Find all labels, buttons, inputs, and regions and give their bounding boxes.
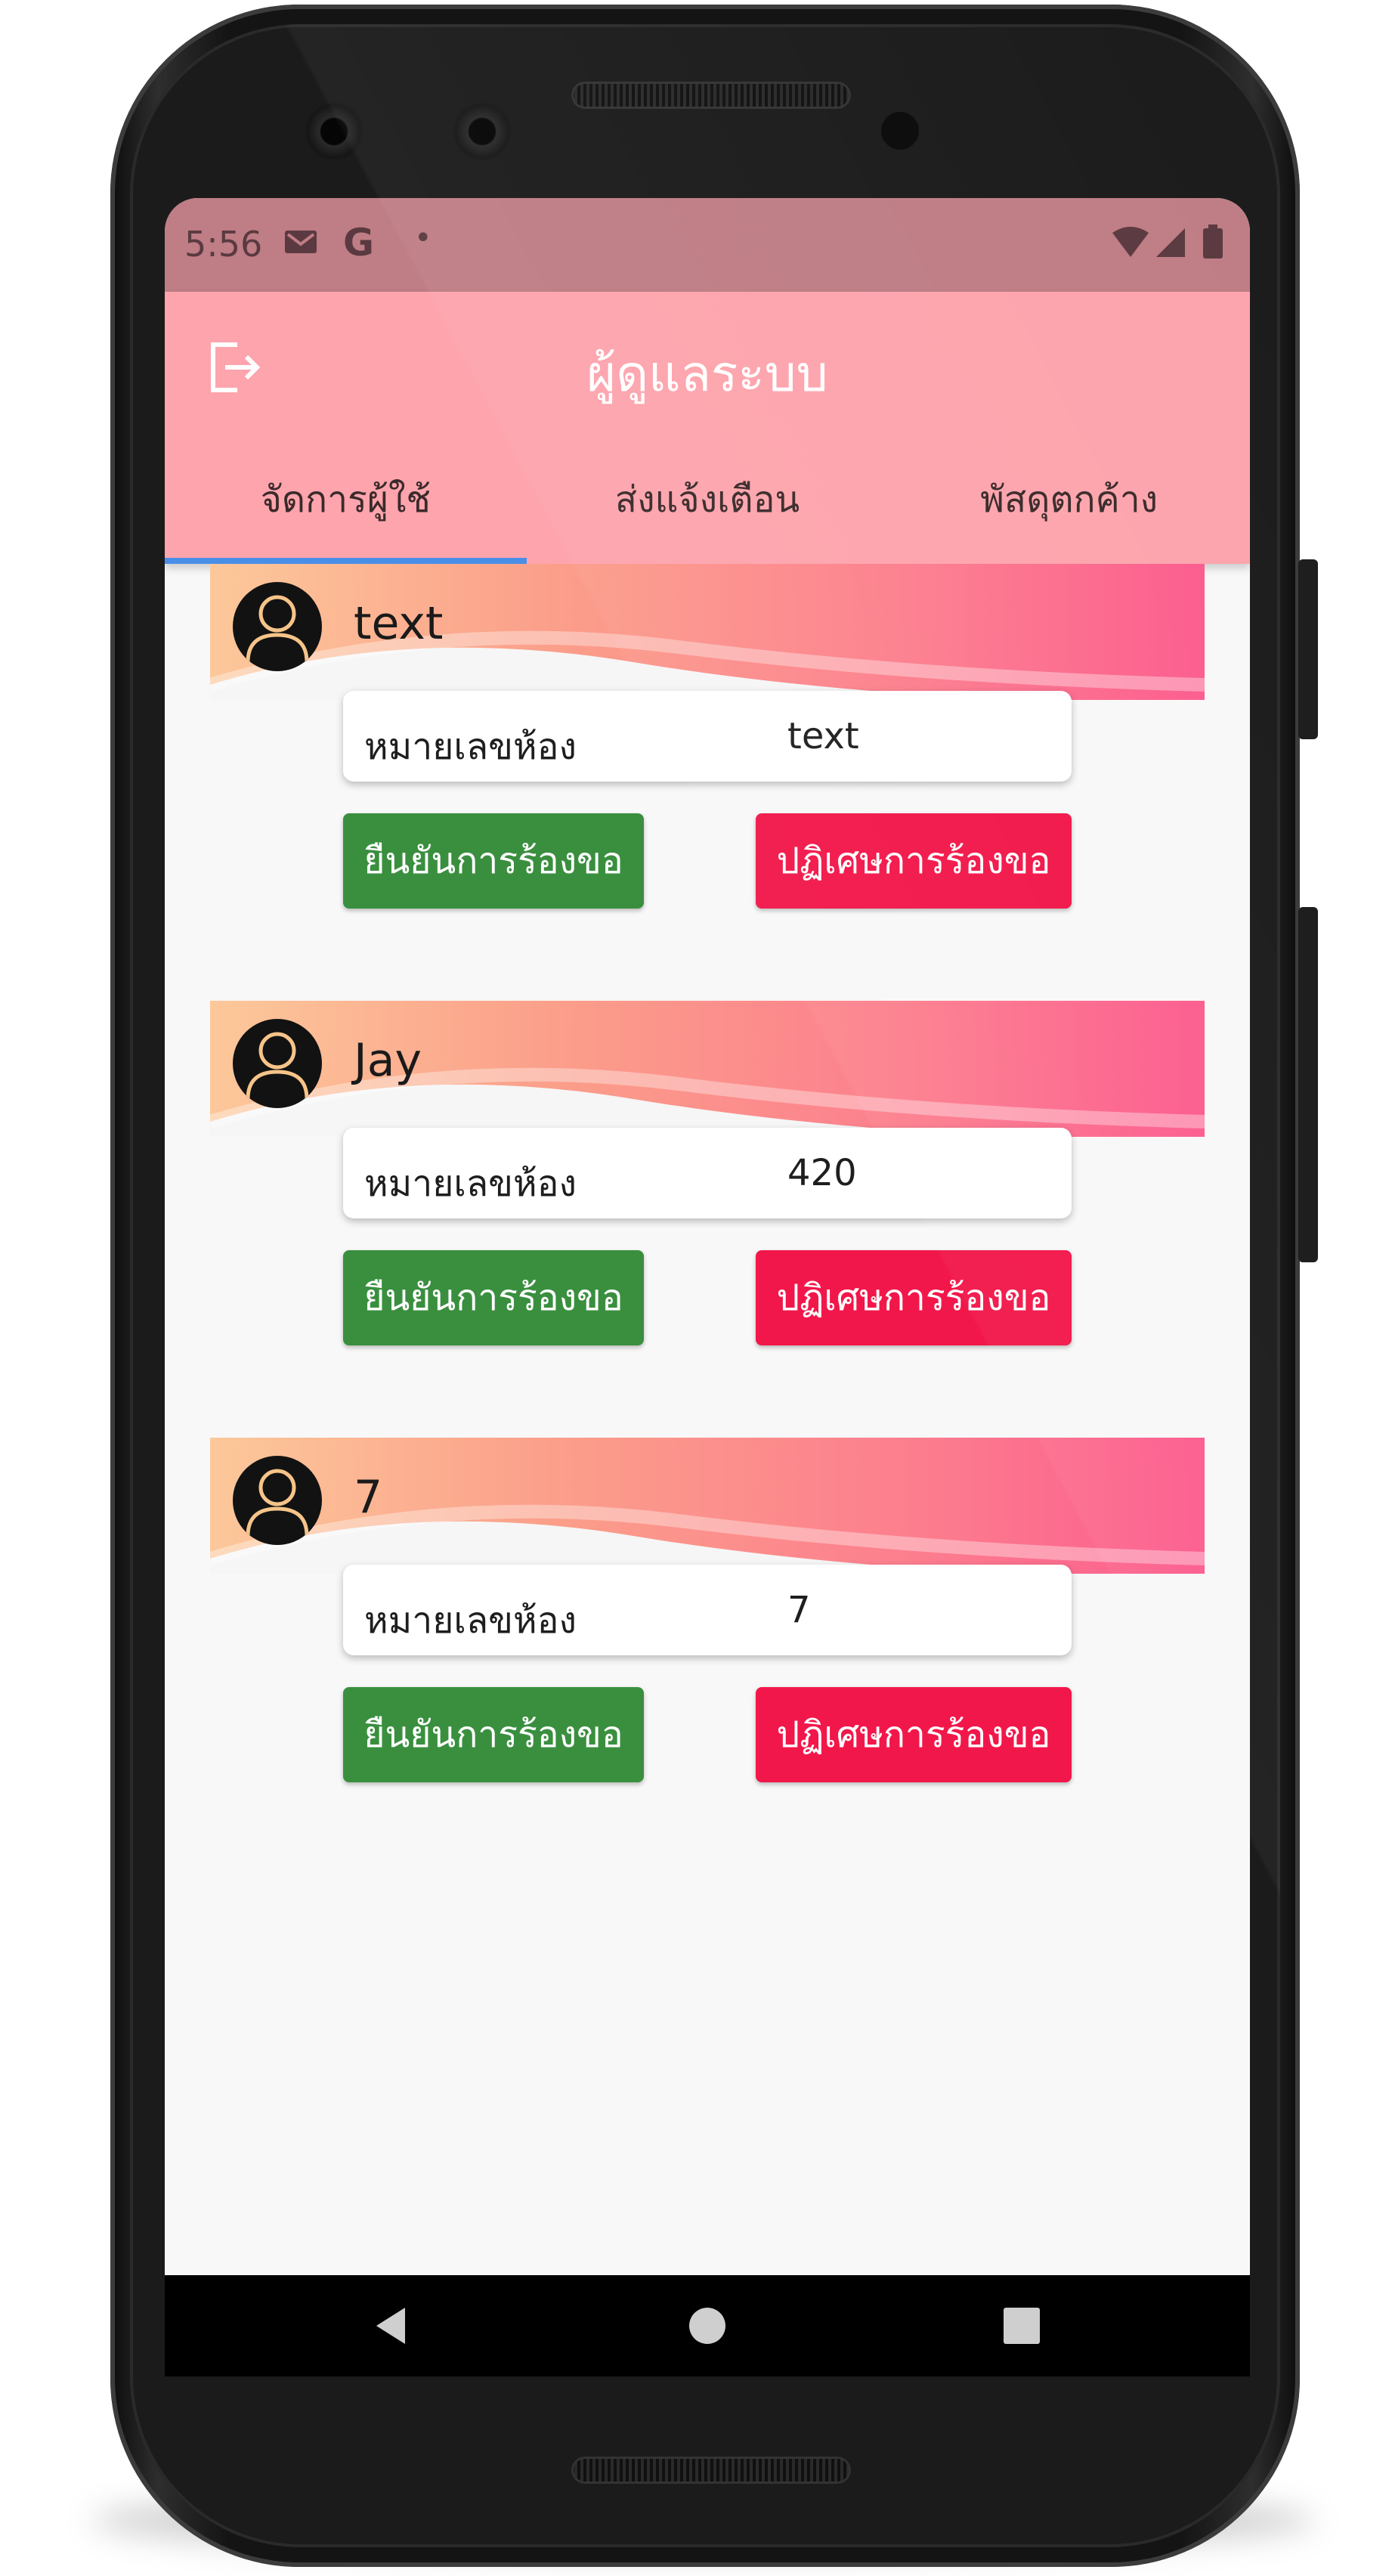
confirm-request-button[interactable]: ยืนยันการร้องขอ bbox=[343, 1687, 644, 1782]
request-card: 7 หมายเลขห้อง 7 ยืนยันการร้องขอ ปฏิเศษกา… bbox=[210, 1438, 1205, 1831]
confirm-request-button[interactable]: ยืนยันการร้องขอ bbox=[343, 813, 644, 909]
volume-button bbox=[1298, 907, 1318, 1262]
room-number-label: หมายเลขห้อง bbox=[364, 1599, 577, 1642]
signal-icon bbox=[1156, 228, 1185, 257]
page-title: ผู้ดูแลระบบ bbox=[586, 345, 828, 403]
wifi-icon bbox=[1112, 227, 1149, 257]
room-number-value: 420 bbox=[787, 1152, 857, 1194]
gmail-icon bbox=[285, 231, 317, 253]
user-name: Jay bbox=[354, 1034, 422, 1087]
google-icon: G bbox=[343, 221, 375, 265]
room-number-field: หมายเลขห้อง text bbox=[343, 691, 1072, 782]
back-button[interactable] bbox=[346, 2275, 437, 2376]
bottom-speaker bbox=[571, 2457, 851, 2484]
notification-dot-icon: • bbox=[414, 221, 432, 255]
reject-request-button[interactable]: ปฏิเศษการร้องขอ bbox=[756, 813, 1072, 909]
proximity-sensor bbox=[881, 112, 919, 150]
status-system-icons bbox=[1112, 224, 1223, 259]
request-card: Jay หมายเลขห้อง 420 ยืนยันการร้องขอ ปฏิเ… bbox=[210, 1001, 1205, 1394]
request-card: text หมายเลขห้อง text ยืนยันการร้องขอ ปฏ… bbox=[210, 564, 1205, 957]
tab-manage-users[interactable]: จัดการผู้ใช้ bbox=[165, 435, 527, 564]
status-bar: 5:56 G • bbox=[165, 198, 1250, 292]
card-header-banner: 7 bbox=[210, 1438, 1205, 1574]
reject-request-button[interactable]: ปฏิเศษการร้องขอ bbox=[756, 1687, 1072, 1782]
back-icon bbox=[376, 2308, 405, 2344]
card-header-banner: Jay bbox=[210, 1001, 1205, 1137]
tab-bar: จัดการผู้ใช้ ส่งแจ้งเตือน พัสดุตกค้าง bbox=[165, 435, 1250, 564]
earpiece-speaker bbox=[571, 82, 851, 109]
user-name: 7 bbox=[354, 1471, 383, 1524]
front-camera-right bbox=[452, 101, 512, 162]
room-number-label: หมายเลขห้อง bbox=[364, 1163, 577, 1205]
home-button[interactable] bbox=[662, 2275, 753, 2376]
tab-send-notification[interactable]: ส่งแจ้งเตือน bbox=[527, 435, 889, 564]
room-number-value: 7 bbox=[787, 1589, 811, 1631]
recents-icon bbox=[1004, 2308, 1040, 2344]
room-number-label: หมายเลขห้อง bbox=[364, 726, 577, 768]
user-icon bbox=[246, 1032, 309, 1100]
user-icon bbox=[246, 595, 309, 663]
screen: 5:56 G • ผู้ดูแลระบบ จัดการผู้ใช้ ส่งแจ้… bbox=[165, 198, 1250, 2376]
user-icon bbox=[246, 1469, 309, 1537]
room-number-field: หมายเลขห้อง 7 bbox=[343, 1565, 1072, 1655]
confirm-request-button[interactable]: ยืนยันการร้องขอ bbox=[343, 1250, 644, 1345]
user-name: text bbox=[354, 597, 444, 650]
home-icon bbox=[689, 2308, 725, 2344]
navigation-bar bbox=[165, 2275, 1250, 2376]
room-number-field: หมายเลขห้อง 420 bbox=[343, 1128, 1072, 1218]
status-time: 5:56 bbox=[184, 224, 263, 265]
app-bar: ผู้ดูแลระบบ จัดการผู้ใช้ ส่งแจ้งเตือน พั… bbox=[165, 292, 1250, 564]
room-number-value: text bbox=[787, 715, 859, 757]
battery-icon bbox=[1203, 224, 1223, 259]
power-button bbox=[1298, 559, 1318, 739]
tab-pending-parcels[interactable]: พัสดุตกค้าง bbox=[888, 435, 1250, 564]
front-camera-left bbox=[304, 101, 364, 162]
reject-request-button[interactable]: ปฏิเศษการร้องขอ bbox=[756, 1250, 1072, 1345]
avatar bbox=[233, 582, 322, 671]
avatar bbox=[233, 1019, 322, 1108]
recents-button[interactable] bbox=[976, 2275, 1067, 2376]
avatar bbox=[233, 1456, 322, 1545]
card-header-banner: text bbox=[210, 564, 1205, 700]
